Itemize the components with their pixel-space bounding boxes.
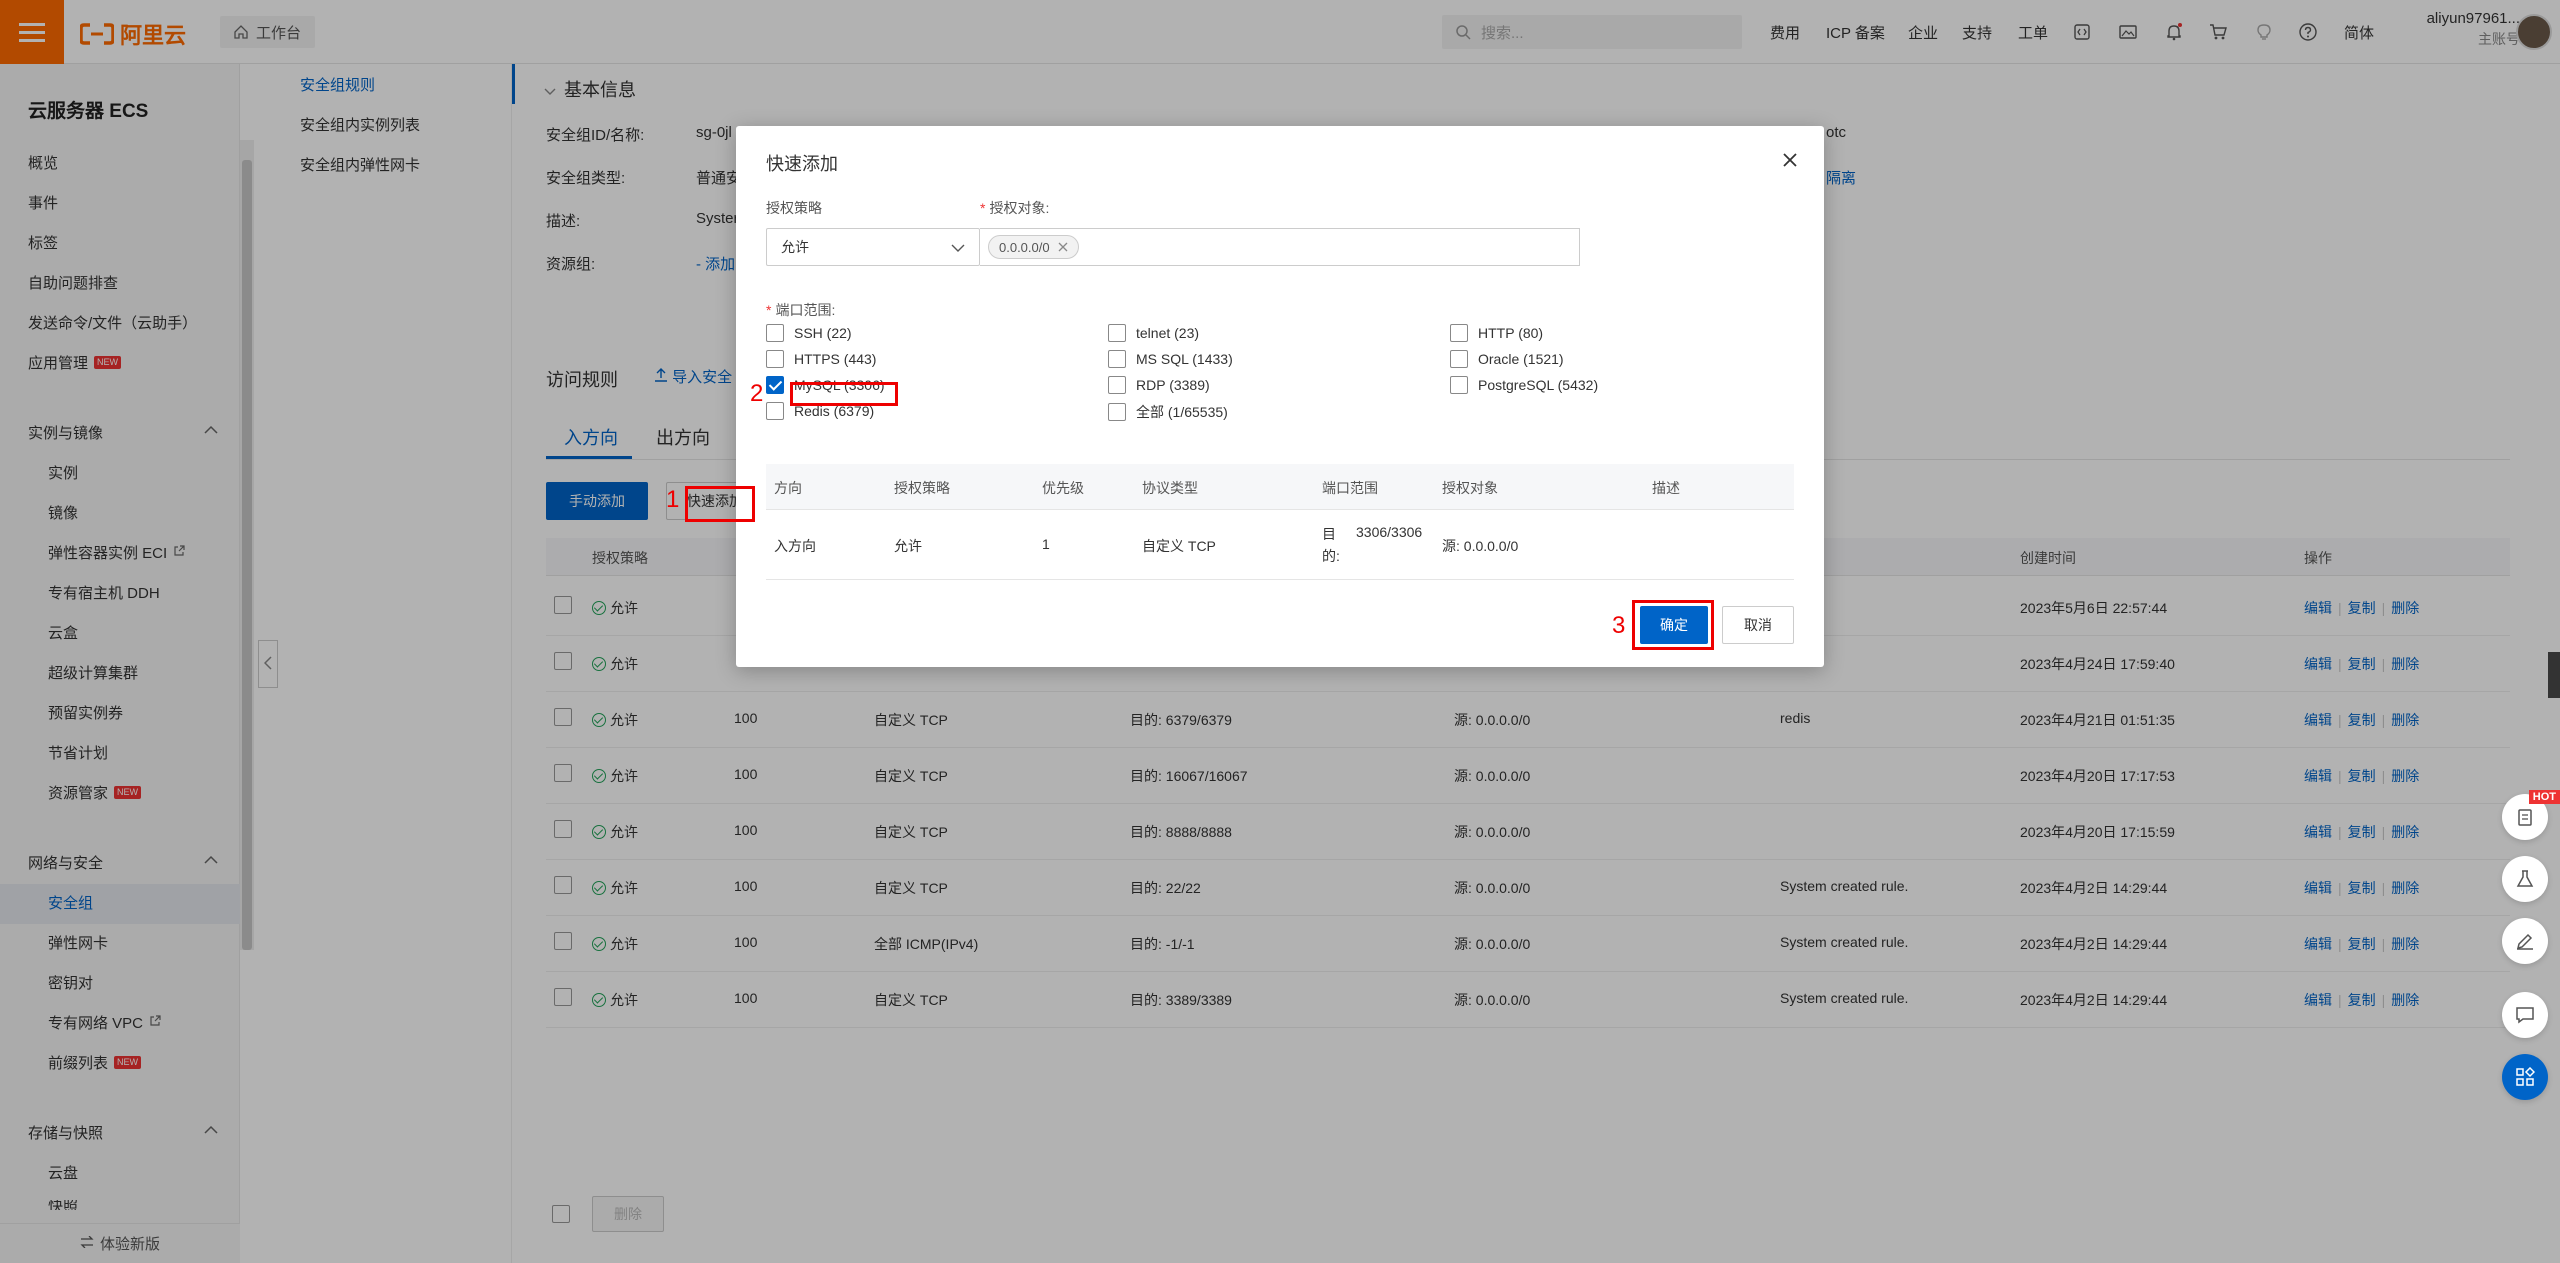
port-option-label: 全部 (1/65535): [1136, 404, 1228, 420]
flask-icon[interactable]: [2502, 856, 2548, 902]
policy-select[interactable]: 允许: [766, 228, 980, 266]
annotation-label-2: 2: [750, 380, 764, 407]
port-option-label: HTTPS (443): [794, 351, 877, 367]
port-option[interactable]: PostgreSQL (5432): [1450, 376, 1598, 394]
port-option[interactable]: MS SQL (1433): [1108, 350, 1233, 368]
port-checkbox[interactable]: [1108, 376, 1126, 394]
chevron-down-icon: [951, 239, 965, 255]
mth-protocol: 协议类型: [1142, 480, 1198, 496]
annotation-box-1: [685, 486, 755, 522]
annotation-label-3: 3: [1612, 612, 1626, 639]
port-checkbox[interactable]: [766, 376, 784, 394]
apps-icon[interactable]: [2502, 1054, 2548, 1100]
modal-title: 快速添加: [766, 154, 838, 174]
port-checkbox[interactable]: [766, 350, 784, 368]
target-label: * 授权对象:: [980, 200, 1050, 216]
port-checkbox[interactable]: [1108, 403, 1126, 421]
mtd-protocol: 自定义 TCP: [1142, 538, 1216, 554]
port-checkbox[interactable]: [766, 402, 784, 420]
target-label-text: 授权对象:: [989, 200, 1050, 216]
mth-port: 端口范围: [1322, 480, 1378, 496]
port-checkbox[interactable]: [1450, 350, 1468, 368]
port-option-label: PostgreSQL (5432): [1478, 377, 1599, 393]
port-option[interactable]: RDP (3389): [1108, 376, 1210, 394]
port-option[interactable]: HTTP (80): [1450, 324, 1543, 342]
mtd-target: 源: 0.0.0.0/0: [1442, 538, 1519, 554]
mtd-policy: 允许: [894, 538, 922, 554]
port-checkbox[interactable]: [1108, 350, 1126, 368]
port-option[interactable]: 全部 (1/65535): [1108, 402, 1228, 422]
port-option-label: telnet (23): [1136, 325, 1200, 341]
port-label: * 端口范围:: [766, 302, 836, 318]
port-option-label: MS SQL (1433): [1136, 351, 1233, 367]
target-input[interactable]: 0.0.0.0/0: [980, 228, 1580, 266]
mtd-port-prefix-b: 的:: [1322, 548, 1340, 564]
hot-badge: HOT: [2528, 790, 2560, 804]
annotation-box-3: [1632, 600, 1714, 650]
cancel-button[interactable]: 取消: [1722, 606, 1794, 644]
port-option-label: SSH (22): [794, 325, 852, 341]
side-handle[interactable]: [2548, 652, 2560, 698]
mth-desc: 描述: [1652, 480, 1680, 496]
port-option-label: RDP (3389): [1136, 377, 1210, 393]
target-tag-label: 0.0.0.0/0: [999, 239, 1050, 255]
mth-direction: 方向: [774, 480, 802, 496]
annotation-box-2: [790, 382, 898, 406]
port-option[interactable]: SSH (22): [766, 324, 852, 342]
mth-priority: 优先级: [1042, 480, 1084, 496]
port-checkbox[interactable]: [1450, 376, 1468, 394]
policy-select-value: 允许: [781, 239, 809, 255]
port-option[interactable]: telnet (23): [1108, 324, 1199, 342]
quick-add-modal: 快速添加 授权策略 * 授权对象: 允许 0.0.0.0/0 * 端口范围: SSH…: [736, 126, 1824, 667]
port-option-label: HTTP (80): [1478, 325, 1544, 341]
port-checkbox[interactable]: [766, 324, 784, 342]
port-option[interactable]: Oracle (1521): [1450, 350, 1564, 368]
mth-policy: 授权策略: [894, 480, 950, 496]
mtd-port-value: 3306/3306: [1356, 524, 1423, 540]
port-checkbox[interactable]: [1108, 324, 1126, 342]
mtd-direction: 入方向: [774, 538, 816, 554]
close-icon[interactable]: [1782, 148, 1798, 174]
mth-target: 授权对象: [1442, 480, 1498, 496]
annotation-label-1: 1: [666, 486, 680, 513]
tag-close-icon[interactable]: [1058, 240, 1068, 255]
edit-icon[interactable]: [2502, 918, 2548, 964]
preview-table-header: 方向 授权策略 优先级 协议类型 端口范围 授权对象 描述: [766, 464, 1794, 510]
policy-label: 授权策略: [766, 200, 822, 216]
target-tag: 0.0.0.0/0: [988, 235, 1079, 259]
mtd-port-prefix-a: 目: [1322, 526, 1336, 542]
port-label-text: 端口范围:: [775, 302, 836, 318]
preview-table-row: 入方向 允许 1 自定义 TCP 目 的: 3306/3306 源: 0.0.0…: [766, 510, 1794, 580]
chat-icon[interactable]: [2502, 992, 2548, 1038]
port-checkbox[interactable]: [1450, 324, 1468, 342]
port-option-label: Oracle (1521): [1478, 351, 1564, 367]
port-option[interactable]: HTTPS (443): [766, 350, 876, 368]
mtd-priority: 1: [1042, 536, 1050, 552]
